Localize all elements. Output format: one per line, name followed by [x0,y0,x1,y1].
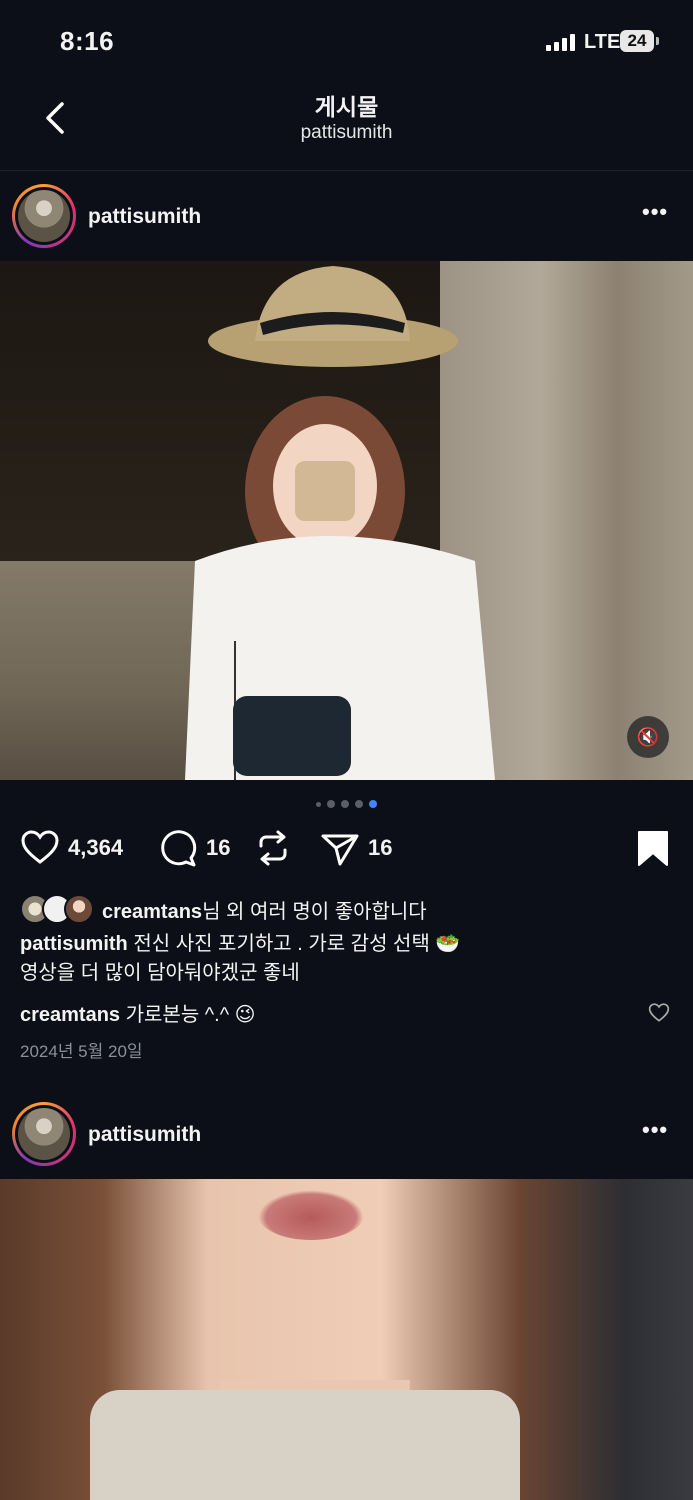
post-caption: pattisumith 전신 사진 포기하고 . 가로 감성 선택 🥗 영상을 … [20,930,670,988]
comment-bubble-icon [161,830,197,867]
signal-icon [546,33,575,51]
photo-top [90,1390,520,1500]
status-time: 8:16 [60,26,115,56]
avatar[interactable] [12,184,76,248]
repost-button[interactable] [254,828,292,868]
carousel-dot [327,800,335,808]
paper-plane-icon [321,834,359,866]
battery-tip [656,37,659,45]
battery-icon: 24 [620,30,654,52]
more-options-icon[interactable]: ••• [642,1117,668,1143]
post-actions: 4,364 16 16 [0,828,693,878]
liked-by-name[interactable]: creamtans [102,901,202,923]
liker-avatar [64,894,94,924]
share-count: 16 [368,835,393,860]
comment-text: 가로본능 ^.^ 😉 [125,1004,256,1026]
share-button[interactable]: 16 [320,828,392,868]
status-bar: 8:16 LTE 24 [0,0,693,80]
caption-line1: 전신 사진 포기하고 . 가로 감성 선택 🥗 [133,933,461,955]
more-options-icon[interactable]: ••• [642,199,668,225]
save-button[interactable] [636,828,670,868]
caption-line2: 영상을 더 많이 담아둬야겠군 좋네 [20,962,300,984]
network-label: LTE [584,31,621,53]
heart-outline-icon [21,830,59,864]
page-subtitle: pattisumith [300,122,393,143]
page-title: 게시물 [314,94,379,120]
repost-icon [259,830,287,866]
post-header: pattisumith ••• [0,171,693,261]
post-header: pattisumith ••• [0,1089,693,1179]
like-button[interactable]: 4,364 [20,828,123,868]
carousel-dots [0,800,693,808]
post-date: 2024년 5월 20일 [20,1042,143,1061]
carousel-dot [316,801,321,807]
carousel-dot [355,800,363,808]
post-username[interactable]: pattisumith [88,205,201,229]
liked-by-suffix: 님 외 여러 명이 좋아합니다 [202,900,427,923]
carousel-dot-active [369,800,377,808]
photo-figure [185,396,495,780]
carousel-dot [341,800,349,808]
comment-username[interactable]: creamtans [20,1004,120,1026]
photo-hat [208,266,458,367]
post-username[interactable]: pattisumith [88,1123,201,1147]
speaker-muted-icon[interactable]: 🔇 [627,716,669,758]
comment-like-icon[interactable] [648,1002,670,1024]
caption-username[interactable]: pattisumith [20,933,128,955]
post-photo[interactable]: 🔇 [0,261,693,780]
avatar[interactable] [12,1102,76,1166]
comment-count: 16 [206,835,231,860]
liked-by-text: creamtans님 외 여러 명이 좋아합니다 [102,895,427,924]
photo-lips [258,1190,364,1240]
comment-row: creamtans 가로본능 ^.^ 😉 [20,998,256,1027]
liked-by-row[interactable]: creamtans님 외 여러 명이 좋아합니다 [20,894,427,924]
comment-button[interactable]: 16 [158,828,230,868]
nav-header: 게시물 pattisumith [0,80,693,171]
bookmark-filled-icon [638,831,668,866]
like-count: 4,364 [68,835,124,860]
